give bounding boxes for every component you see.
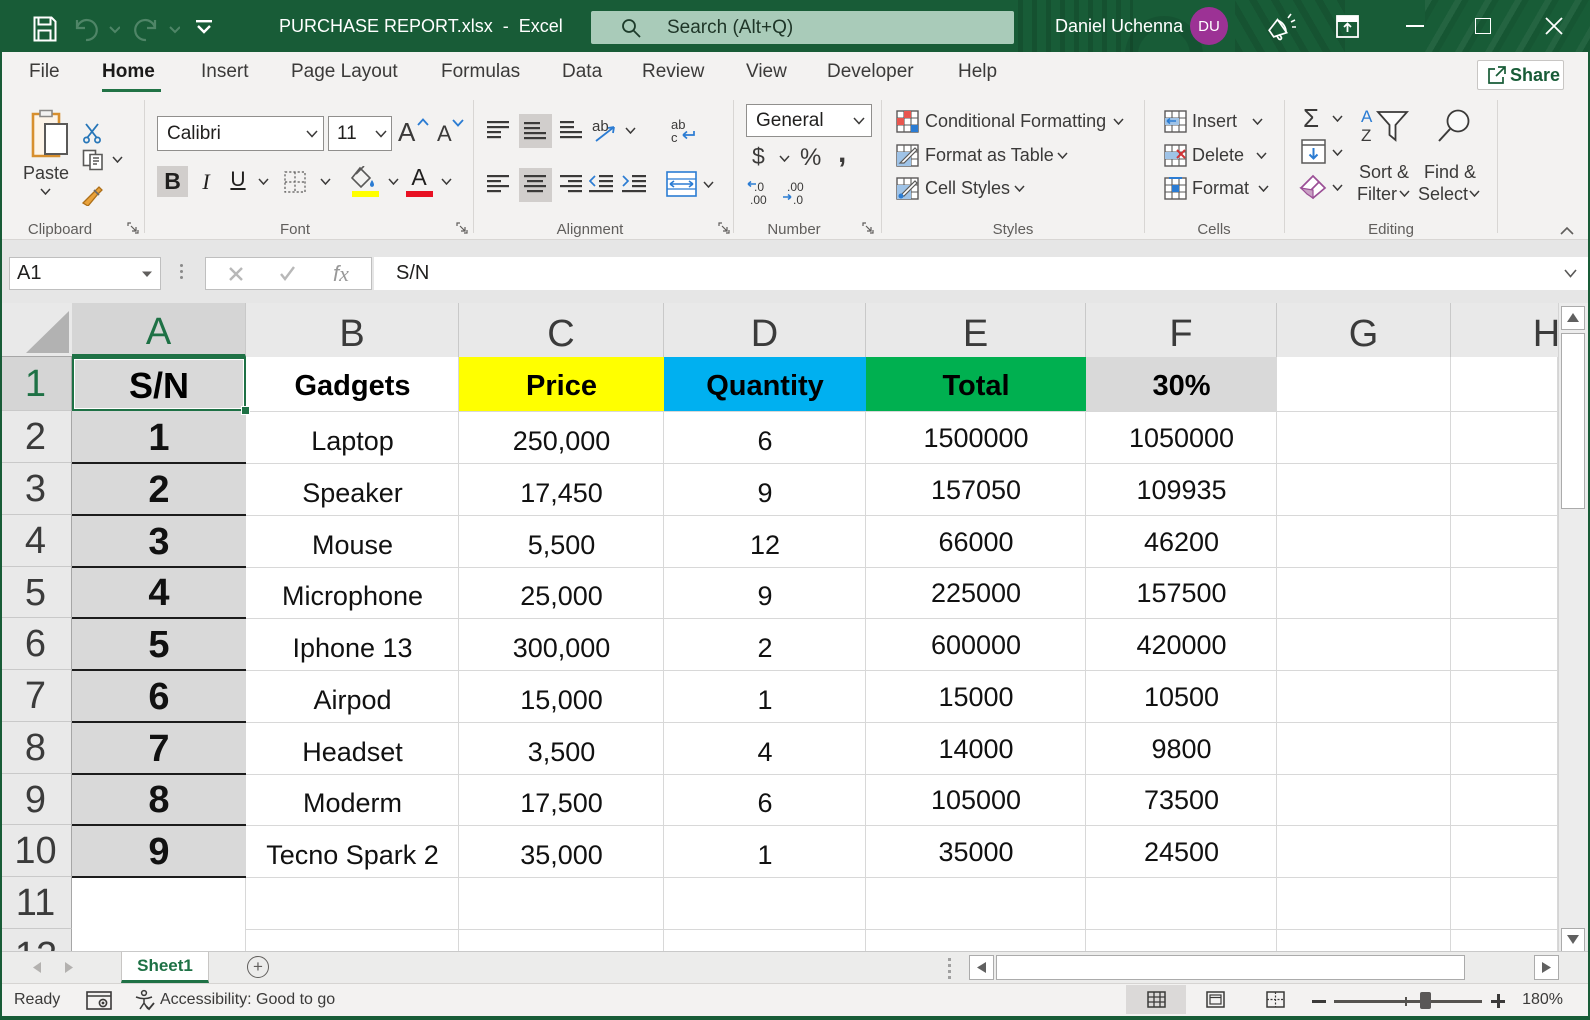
svg-text:Z: Z [1361,126,1371,145]
svg-text:.00: .00 [750,193,767,206]
svg-text:.0: .0 [754,180,764,194]
svg-text:c: c [671,130,678,144]
svg-text:.00: .00 [787,180,804,194]
svg-text:.0: .0 [793,193,803,206]
svg-text:A: A [1361,107,1373,126]
